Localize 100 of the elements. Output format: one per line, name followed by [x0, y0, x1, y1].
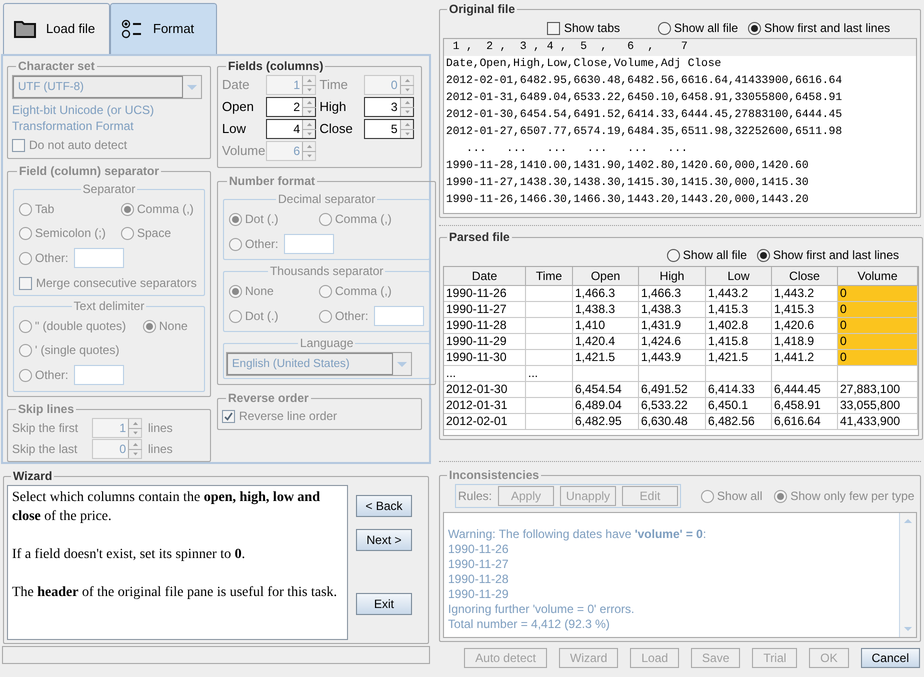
table-cell: 1,410 — [573, 318, 639, 334]
radio-button[interactable] — [756, 248, 770, 262]
table-cell: 6,482.56 — [706, 414, 772, 430]
column-header[interactable]: Close — [772, 267, 838, 286]
table-cell — [772, 366, 838, 382]
table-cell — [526, 286, 573, 302]
table-cell: 1990-11-27 — [444, 302, 526, 318]
table-cell — [526, 414, 573, 430]
table-cell: 1,466.3 — [639, 286, 706, 302]
table-cell: 1,421.5 — [573, 350, 639, 366]
table-cell: 27,883,100 — [838, 382, 918, 398]
file-line: 2012-01-30,6454.54,6491.52,6414.33,6444.45,27883100,6444.45 — [445, 108, 844, 123]
message-line: 1990-11-27 — [448, 557, 510, 572]
column-header[interactable]: High — [639, 267, 706, 286]
table-cell — [526, 398, 573, 414]
table-cell: 1,402.8 — [706, 318, 772, 334]
table-cell: 0 — [838, 334, 918, 350]
column-header[interactable]: Date — [444, 267, 526, 286]
message-line: 1990-11-26 — [448, 542, 510, 557]
dialog-button[interactable]: Cancel — [860, 648, 920, 668]
folder-icon — [14, 20, 36, 38]
tab[interactable]: Load file — [3, 3, 110, 54]
field-label: Skip the last — [12, 441, 78, 458]
number-spinner[interactable]: 5 — [364, 119, 414, 139]
table-cell: 6,454.54 — [573, 382, 639, 398]
tab[interactable]: Format — [110, 3, 217, 54]
table-cell: 6,414.33 — [706, 382, 772, 398]
radio-button[interactable] — [658, 22, 672, 34]
message-line: Total number = 4,412 (92.3 %) — [448, 617, 611, 632]
radio-option[interactable]: Show all file — [666, 246, 747, 264]
down-arrow-icon[interactable] — [400, 129, 414, 138]
table-cell: 1,466.3 — [573, 286, 639, 302]
table-cell: 1,438.3 — [573, 302, 639, 318]
down-arrow-icon[interactable] — [303, 129, 316, 138]
file-line: 1990-11-28,1410.00,1431.90,1402.80,1420.60,000,1420.60 — [445, 159, 810, 174]
file-line: 2012-01-31,6489.04,6533.22,6450.10,6458.91,33055800,6458.91 — [445, 91, 844, 106]
table-cell: 1,420.4 — [573, 334, 639, 350]
number-spinner[interactable]: 4 — [266, 119, 316, 139]
table-cell: 41,433,900 — [838, 414, 918, 430]
message-line: Ignoring further 'volume = 0' errors. — [448, 602, 636, 617]
table-cell: 1,431.9 — [639, 318, 706, 334]
message-line: Warning: The following dates have 'volume' = 0: — [448, 527, 708, 542]
file-line: 2012-02-01,6482.95,6630.48,6482.56,6616.64,41433900,6616.64 — [445, 74, 844, 89]
charset-description: Eight-bit Unicode (or UCS) Transformation Format — [12, 102, 156, 134]
radio-option[interactable]: Show first and last lines — [756, 246, 899, 264]
table-cell: 6,489.04 — [573, 398, 639, 414]
column-header[interactable]: Time — [526, 267, 573, 286]
column-header[interactable]: Open — [573, 267, 639, 286]
step-button[interactable]: Exit — [356, 593, 412, 615]
radio-button[interactable] — [666, 248, 680, 262]
group-title: Inconsistencies — [448, 467, 540, 484]
table-cell: 6,450.1 — [706, 398, 772, 414]
checkmark-icon — [224, 412, 233, 420]
field-label: Skip the first — [12, 420, 80, 437]
column-header[interactable]: Volume — [838, 267, 918, 286]
file-line: ... ... ... ... ... ... — [465, 142, 689, 157]
radio-option[interactable]: Show first and last lines — [748, 19, 890, 37]
table-cell: 1990-11-30 — [444, 350, 526, 366]
field-label: Volume — [222, 142, 266, 160]
group-title: Reverse order — [227, 390, 310, 407]
group-title: Character set — [17, 58, 96, 75]
step-button[interactable]: < Back — [356, 495, 412, 517]
down-arrow-icon[interactable] — [400, 107, 414, 116]
column-header[interactable]: Low — [706, 267, 772, 286]
table-cell — [526, 318, 573, 334]
radio-button[interactable] — [748, 22, 762, 34]
table-cell: 1,424.6 — [639, 334, 706, 350]
checkbox[interactable] — [547, 22, 560, 34]
group-title: Skip lines — [17, 401, 76, 418]
radio-option[interactable]: Show all file — [658, 19, 738, 37]
table-cell: 6,491.52 — [639, 382, 706, 398]
table-cell — [526, 382, 573, 398]
table-cell: 2012-02-01 — [444, 414, 526, 430]
number-spinner[interactable]: 3 — [364, 97, 414, 117]
file-line: 1990-11-27,1438.30,1438.30,1415.30,1415.30,000,1415.30 — [445, 176, 810, 191]
unit-label: lines — [148, 441, 173, 458]
table-cell: 1990-11-29 — [444, 334, 526, 350]
group-title: Language — [298, 335, 354, 352]
group-title: Parsed file — [448, 229, 511, 246]
table-cell: 0 — [838, 302, 918, 318]
group-title: Field (column) separator — [18, 163, 160, 180]
group-title: Decimal separator — [276, 191, 376, 208]
table-cell: 1990-11-26 — [444, 286, 526, 302]
table-cell: 2012-01-30 — [444, 382, 526, 398]
table-cell — [526, 334, 573, 350]
down-arrow-icon[interactable] — [303, 107, 316, 116]
rules-label: Rules: — [458, 488, 492, 505]
step-button[interactable]: Next > — [356, 529, 412, 551]
file-line: 1990-11-26,1466.30,1466.30,1443.20,1443.20,000,1443.20 — [445, 193, 810, 208]
table-cell: 1,415.8 — [706, 334, 772, 350]
table-cell: 1,415.3 — [706, 302, 772, 318]
table-cell — [639, 366, 706, 382]
checkbox-option[interactable]: Show tabs — [547, 19, 620, 37]
number-spinner[interactable]: 2 — [266, 97, 316, 117]
table-cell: 6,630.48 — [639, 414, 706, 430]
table-cell: 2012-01-31 — [444, 398, 526, 414]
wizard-paragraph: Select which columns contain the open, high, low and close of the price. — [12, 489, 322, 526]
field-label: Date — [222, 76, 250, 94]
table-cell: 1,443.9 — [639, 350, 706, 366]
field-label: Time — [320, 76, 349, 94]
